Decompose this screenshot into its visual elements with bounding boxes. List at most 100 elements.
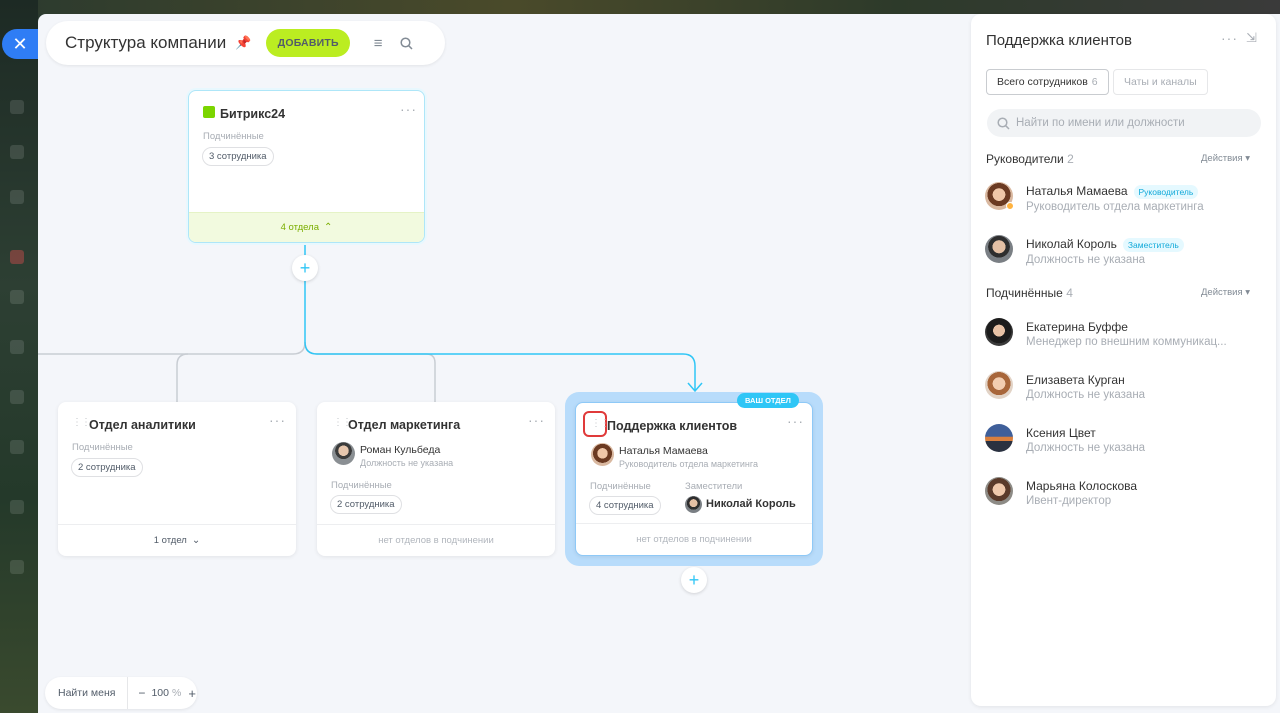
head-name[interactable]: Наталья Мамаева — [619, 445, 708, 457]
department-card-support[interactable]: ВАШ ОТДЕЛ ⋮⋮ Поддержка клиентов ··· Ната… — [575, 393, 813, 556]
your-department-badge: ВАШ ОТДЕЛ — [737, 393, 799, 408]
collapse-panel-icon[interactable]: ⇲ — [1246, 30, 1257, 46]
tab-chats[interactable]: Чаты и каналы — [1113, 69, 1208, 95]
search-icon[interactable] — [398, 35, 414, 51]
department-card-marketing[interactable]: ⋮⋮ Отдел маркетинга ··· Роман Кульбеда Д… — [317, 402, 555, 556]
subordinates-actions-dropdown[interactable]: Действия ▾ — [1201, 287, 1250, 298]
avatar[interactable] — [332, 442, 355, 465]
role-badge: Заместитель — [1122, 237, 1184, 252]
building-icon — [203, 106, 215, 118]
subordinates-count[interactable]: 2 сотрудника — [71, 458, 143, 477]
tab-employees-label: Всего сотрудников — [997, 76, 1088, 88]
avatar[interactable] — [591, 443, 614, 466]
employee-position: Должность не указана — [1026, 389, 1146, 401]
head-position: Руководитель отдела маркетинга — [619, 459, 758, 469]
drag-handle-icon[interactable]: ⋮⋮ — [72, 417, 91, 428]
department-footer[interactable]: 1 отдел ⌄ — [58, 524, 296, 556]
root-card-footer[interactable]: 4 отдела ⌃ — [189, 212, 424, 242]
subordinates-count[interactable]: 2 сотрудника — [330, 495, 402, 514]
menu-icon[interactable]: ≡ — [370, 35, 386, 52]
subordinates-heading: Подчинённые 4 — [986, 286, 1073, 300]
sidebar-app-icon[interactable] — [10, 190, 24, 204]
subordinates-count[interactable]: 3 сотрудника — [202, 147, 274, 166]
departments-count: 4 отдела — [280, 222, 319, 233]
left-sidebar-background — [0, 0, 38, 713]
role-badge: Руководитель — [1133, 184, 1199, 199]
sidebar-app-icon[interactable] — [10, 100, 24, 114]
department-title: Отдел аналитики — [89, 418, 196, 432]
add-button[interactable]: ДОБАВИТЬ — [266, 29, 351, 57]
pin-icon[interactable]: 📌 — [234, 34, 252, 52]
sidebar-app-icon[interactable] — [10, 390, 24, 404]
close-button[interactable]: ✕ — [2, 29, 38, 59]
root-department-card[interactable]: Битрикс24 ··· Подчинённые 3 сотрудника 4… — [188, 90, 425, 243]
department-title: Отдел маркетинга — [348, 418, 461, 432]
tab-employees-count: 6 — [1091, 76, 1098, 88]
zoom-in-button[interactable]: + — [188, 686, 196, 701]
more-icon[interactable]: ··· — [269, 412, 286, 428]
subordinates-count[interactable]: 4 сотрудника — [589, 496, 661, 515]
head-position: Должность не указана — [360, 458, 454, 468]
child-departments-count: 1 отдел — [153, 535, 187, 546]
sidebar-app-icon[interactable] — [10, 145, 24, 159]
employee-name: Екатерина Буффе — [1026, 320, 1128, 334]
subordinates-label: Подчинённые — [203, 131, 264, 142]
more-icon[interactable]: ··· — [400, 101, 417, 117]
subordinates-label: Подчинённые — [986, 286, 1063, 300]
avatar — [985, 318, 1013, 346]
panel-title: Поддержка клиентов — [986, 32, 1132, 49]
avatar[interactable] — [685, 496, 702, 513]
sidebar-app-icon[interactable] — [10, 500, 24, 514]
employee-position: Руководитель отдела маркетинга — [1026, 201, 1204, 213]
no-subdepartments-text: нет отделов в подчинении — [636, 534, 752, 545]
add-department-button[interactable]: + — [681, 567, 707, 593]
add-department-button[interactable]: + — [292, 255, 318, 281]
desktop-background-top — [0, 0, 1280, 14]
department-side-panel: Поддержка клиентов ··· ⇲ Всего сотрудник… — [971, 14, 1276, 706]
search-placeholder: Найти по имени или должности — [1016, 117, 1185, 129]
more-icon[interactable]: ··· — [787, 413, 804, 429]
sidebar-app-icon[interactable] — [10, 250, 24, 264]
managers-actions-dropdown[interactable]: Действия ▾ — [1201, 153, 1250, 164]
search-input[interactable]: Найти по имени или должности — [987, 109, 1261, 137]
zoom-level: 100 — [151, 687, 169, 699]
more-icon[interactable]: ··· — [1221, 30, 1238, 46]
page-header: Структура компании 📌 ДОБАВИТЬ ≡ — [46, 21, 445, 65]
tab-employees[interactable]: Всего сотрудников 6 — [986, 69, 1109, 95]
sidebar-app-icon[interactable] — [10, 560, 24, 574]
head-name[interactable]: Роман Кульбеда — [360, 444, 440, 456]
zoom-out-button[interactable]: − — [138, 686, 145, 700]
subordinates-label: Подчинённые — [331, 480, 392, 491]
employee-name: Елизавета Курган — [1026, 373, 1125, 387]
chevron-up-icon: ⌃ — [323, 222, 333, 233]
sidebar-app-icon[interactable] — [10, 290, 24, 304]
avatar — [985, 477, 1013, 505]
employee-name-text: Николай Король — [1026, 237, 1117, 251]
subordinates-label: Подчинённые — [72, 442, 133, 453]
search-icon — [997, 116, 1010, 130]
avatar — [985, 424, 1013, 452]
managers-heading: Руководители 2 — [986, 152, 1074, 166]
plus-icon: + — [688, 569, 700, 590]
sidebar-app-icon[interactable] — [10, 340, 24, 354]
employee-position: Должность не указана — [1026, 442, 1146, 454]
more-icon[interactable]: ··· — [528, 412, 545, 428]
close-icon: ✕ — [12, 33, 28, 54]
employee-name: Ксения Цвет — [1026, 426, 1096, 440]
find-me-button[interactable]: Найти меня — [45, 677, 129, 709]
avatar — [985, 371, 1013, 399]
online-indicator — [1006, 202, 1014, 210]
avatar — [985, 235, 1013, 263]
employee-position: Ивент-директор — [1026, 495, 1112, 507]
sidebar-app-icon[interactable] — [10, 440, 24, 454]
subordinates-label: Подчинённые — [590, 481, 651, 492]
deputy-name[interactable]: Николай Король — [706, 498, 796, 510]
root-card-title: Битрикс24 — [220, 107, 286, 121]
department-card-analytics[interactable]: ⋮⋮ Отдел аналитики ··· Подчинённые 2 сот… — [58, 402, 296, 556]
employee-position: Должность не указана — [1026, 254, 1146, 266]
managers-count: 2 — [1067, 152, 1074, 166]
tab-chats-label: Чаты и каналы — [1124, 76, 1197, 88]
managers-label: Руководители — [986, 152, 1064, 166]
actions-label: Действия — [1201, 287, 1243, 298]
zoom-control: Найти меня − 100 % + — [45, 677, 197, 709]
